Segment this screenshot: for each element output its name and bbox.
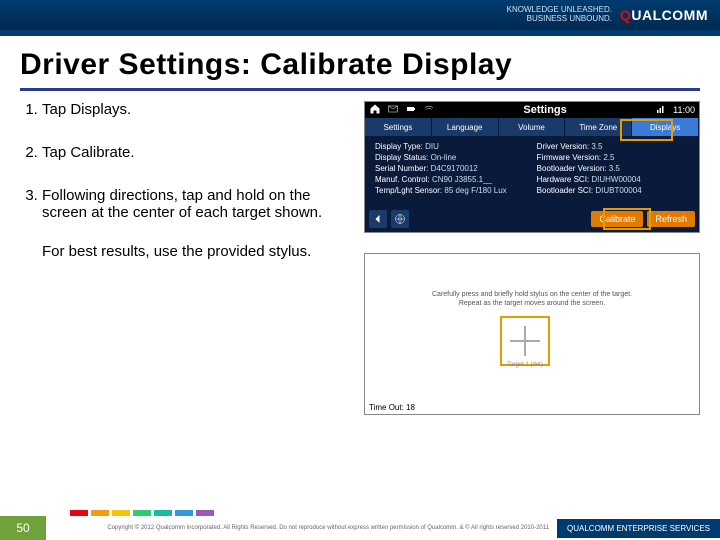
- copyright: Copyright © 2012 Qualcomm Incorporated. …: [107, 525, 549, 531]
- battery-icon: [405, 103, 417, 117]
- step-3: Following directions, tap and hold on th…: [42, 187, 350, 221]
- info-row: Driver Version: 3.5: [537, 142, 642, 151]
- footer-brand: QUALCOMM ENTERPRISE SERVICES: [557, 519, 720, 538]
- tabs-row: Settings Language Volume Time Zone Displ…: [365, 118, 699, 136]
- home-icon: [369, 103, 381, 117]
- footer: 50 Copyright © 2012 Qualcomm Incorporate…: [0, 516, 720, 540]
- refresh-button[interactable]: Refresh: [647, 211, 695, 227]
- settings-title: Settings: [441, 104, 649, 116]
- status-bar: Settings 11:00: [365, 102, 699, 118]
- calibrate-instructions: Carefully press and briefly hold stylus …: [365, 290, 699, 308]
- info-row: Serial Number: D4C9170012: [375, 164, 507, 173]
- clock-text: 11:00: [673, 105, 695, 115]
- mail-icon: [387, 103, 399, 117]
- step-note: For best results, use the provided stylu…: [42, 243, 350, 260]
- settings-screenshot: Settings 11:00 Settings Language Volume …: [364, 101, 700, 233]
- button-row: Calibrate Refresh: [369, 210, 695, 228]
- info-row: Display Status: On-line: [375, 153, 507, 162]
- cal-line2: Repeat as the target moves around the sc…: [365, 299, 699, 308]
- target-label: Target 1 (dot): [502, 362, 548, 368]
- calibrate-button[interactable]: Calibrate: [591, 211, 643, 227]
- brand-logo: QUALCOMM: [620, 7, 708, 23]
- info-row: Manuf. Control: CN90 J3855.1__: [375, 175, 507, 184]
- page-number: 50: [0, 516, 46, 540]
- content-area: Tap Displays. Tap Calibrate. Following d…: [0, 101, 720, 415]
- step-2: Tap Calibrate.: [42, 144, 350, 161]
- header-rule: [0, 30, 720, 36]
- info-row: Bootloader Version: 3.5: [537, 164, 642, 173]
- info-col-right: Driver Version: 3.5 Firmware Version: 2.…: [537, 142, 642, 197]
- calibrate-screenshot: Carefully press and briefly hold stylus …: [364, 253, 700, 415]
- tab-volume[interactable]: Volume: [499, 118, 566, 136]
- screenshots: Settings 11:00 Settings Language Volume …: [364, 101, 700, 415]
- header-tagline: KNOWLEDGE UNLEASHED. BUSINESS UNBOUND.: [507, 6, 612, 24]
- globe-icon[interactable]: [391, 210, 409, 228]
- page-title: Driver Settings: Calibrate Display: [20, 48, 700, 82]
- timeout-text: Time Out: 18: [369, 403, 415, 412]
- instructions: Tap Displays. Tap Calibrate. Following d…: [20, 101, 350, 415]
- info-row: Firmware Version: 2.5: [537, 153, 642, 162]
- brand-text: UALCOMM: [631, 7, 708, 23]
- tab-settings[interactable]: Settings: [365, 118, 432, 136]
- highlight-target: Target 1 (dot): [500, 316, 550, 366]
- back-icon[interactable]: [369, 210, 387, 228]
- info-row: Hardware SCI: DIUHW00004: [537, 175, 642, 184]
- signal-icon: [655, 103, 667, 117]
- wifi-icon: [423, 103, 435, 117]
- title-underline: [20, 88, 700, 91]
- step-1: Tap Displays.: [42, 101, 350, 118]
- tab-displays[interactable]: Displays: [632, 118, 699, 136]
- info-row: Display Type: DIU: [375, 142, 507, 151]
- info-row: Temp/Lght Sensor: 85 deg F/180 Lux: [375, 186, 507, 195]
- cal-line1: Carefully press and briefly hold stylus …: [365, 290, 699, 299]
- crosshair-icon: [510, 326, 540, 356]
- header-bar: KNOWLEDGE UNLEASHED. BUSINESS UNBOUND. Q…: [0, 0, 720, 30]
- info-col-left: Display Type: DIU Display Status: On-lin…: [375, 142, 507, 197]
- tab-timezone[interactable]: Time Zone: [565, 118, 632, 136]
- info-grid: Display Type: DIU Display Status: On-lin…: [365, 136, 699, 203]
- tab-language[interactable]: Language: [432, 118, 499, 136]
- info-row: Bootloader SCI: DIUBT00004: [537, 186, 642, 195]
- tagline-line2: BUSINESS UNBOUND.: [507, 15, 612, 24]
